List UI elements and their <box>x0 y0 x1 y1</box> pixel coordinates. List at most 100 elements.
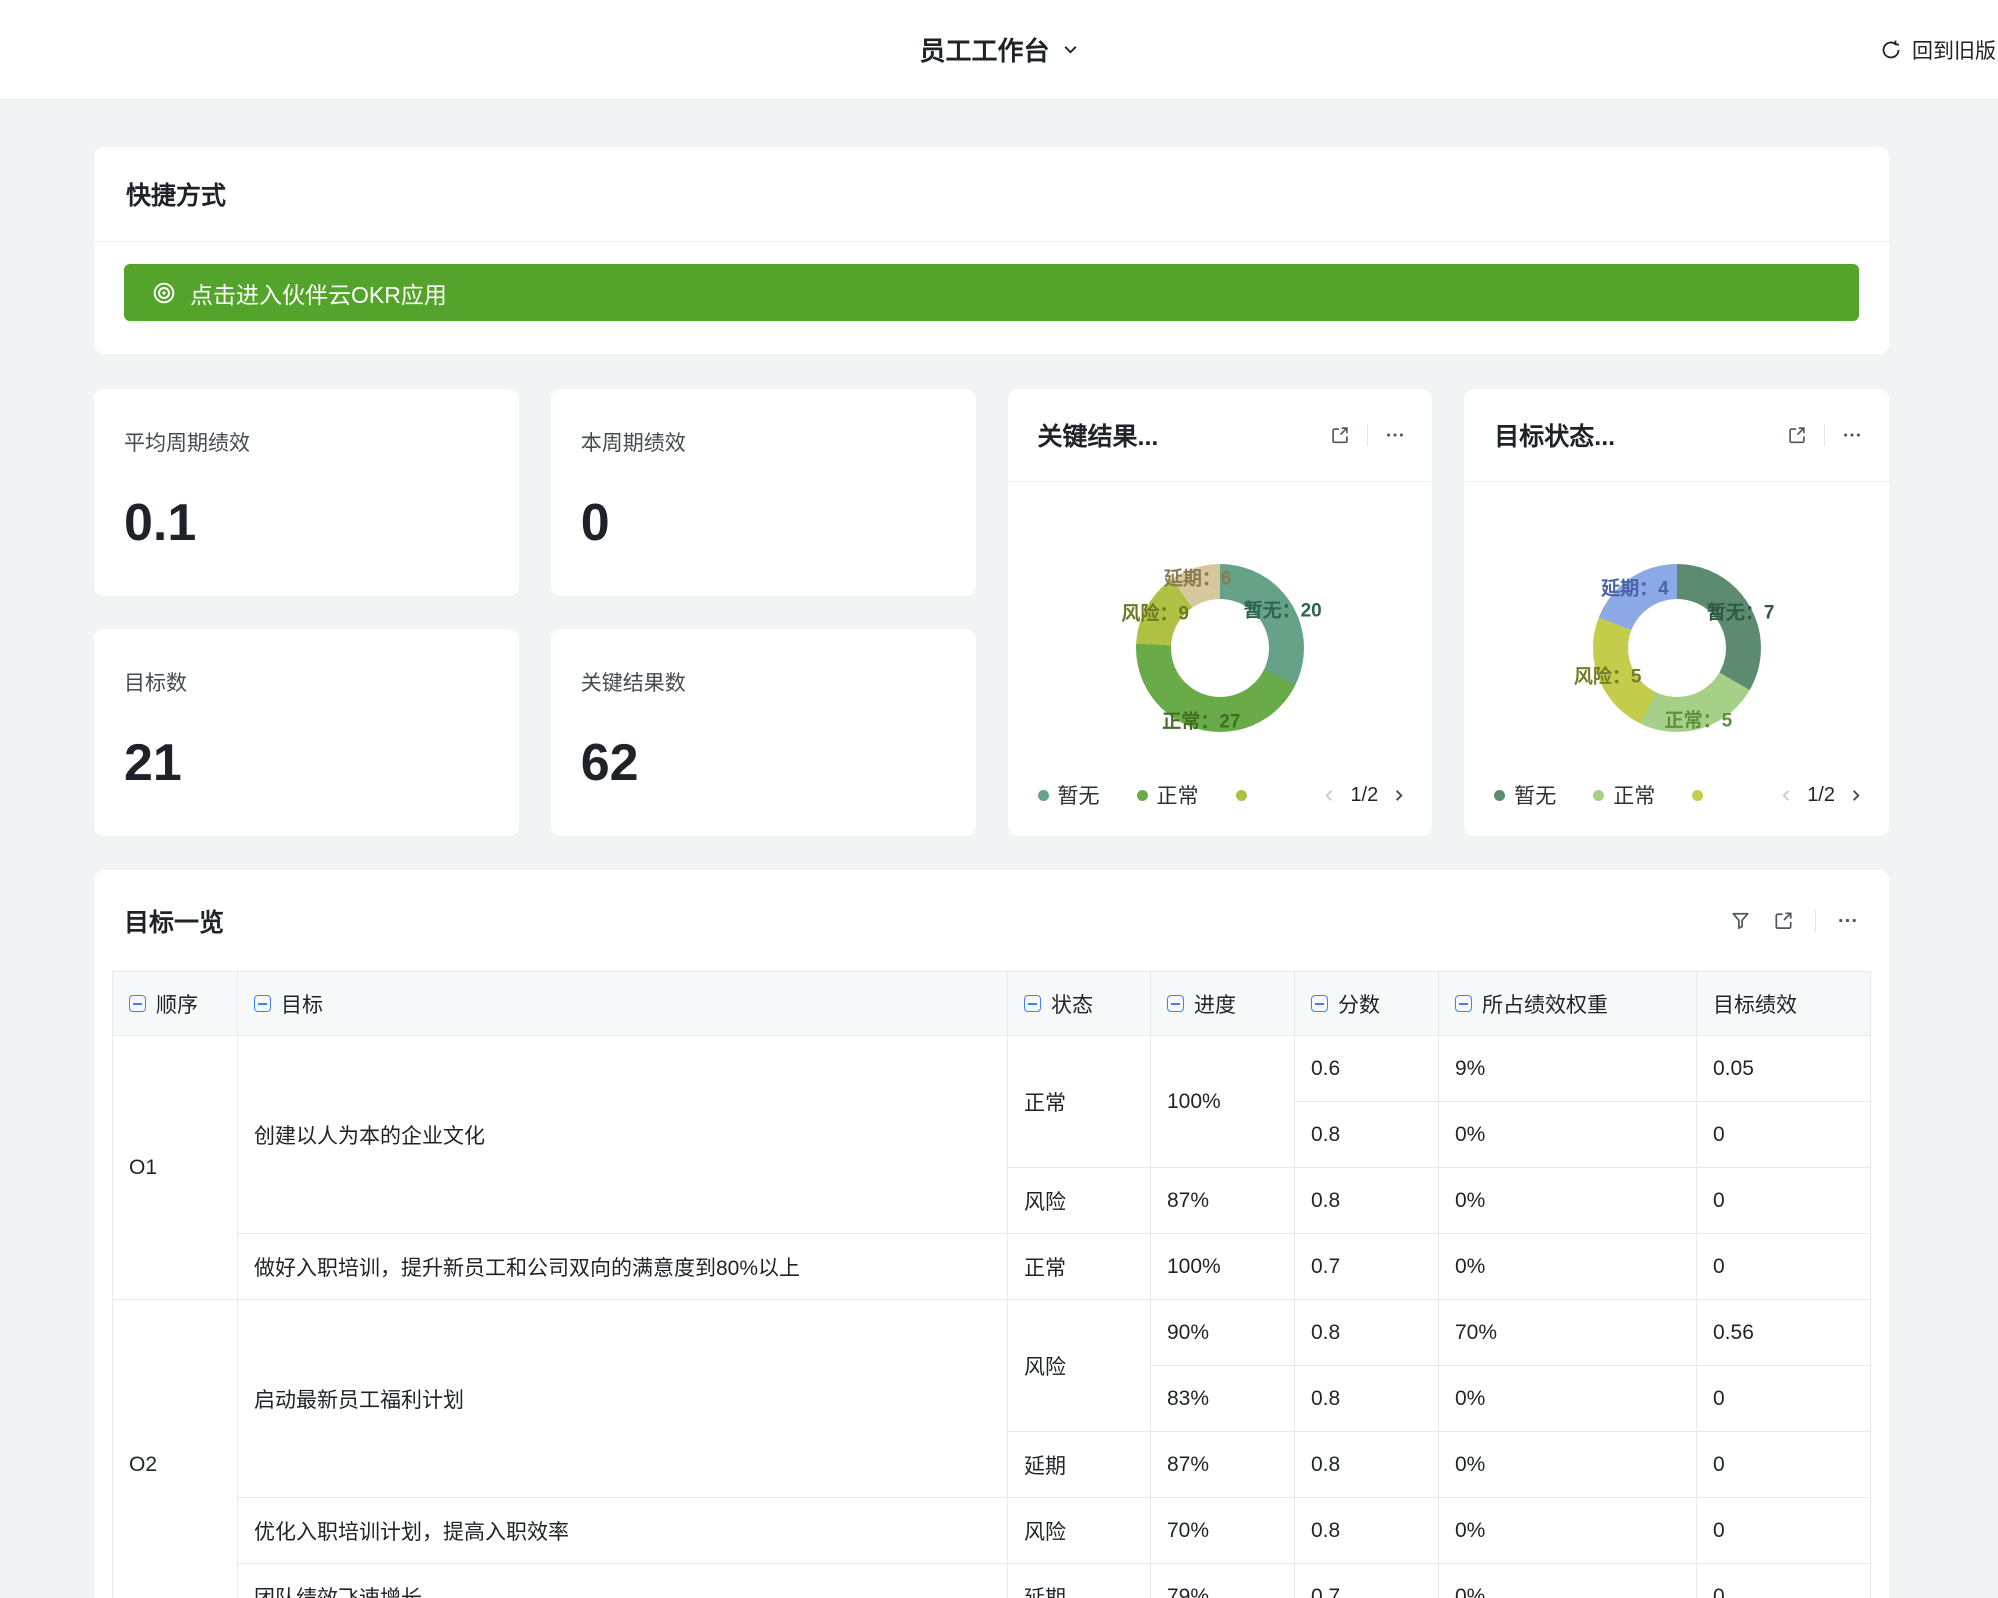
column-label: 顺序 <box>156 989 198 1019</box>
table-cell: 0 <box>1697 1564 1871 1598</box>
divider <box>1367 424 1368 446</box>
column-label: 目标 <box>281 989 323 1019</box>
table-cell: 风险 <box>1008 1300 1151 1432</box>
collapse-column-icon[interactable] <box>1024 995 1041 1012</box>
legend-dot <box>1593 790 1604 801</box>
legend-label: 暂无 <box>1058 780 1100 810</box>
objective-row: O1创建以人为本的企业文化正常100%0.69%0.05 <box>113 1036 1871 1102</box>
stat-label: 目标数 <box>124 667 489 697</box>
table-cell: O1 <box>113 1036 238 1300</box>
donut-segment-label: 暂无：20 <box>1244 595 1322 622</box>
column-header: 进度 <box>1151 972 1295 1036</box>
donut-segment-label: 风险：5 <box>1574 662 1642 689</box>
table-cell: 100% <box>1151 1036 1295 1168</box>
stat-value: 0.1 <box>124 493 489 553</box>
legend-dot <box>1236 790 1247 801</box>
open-in-new-icon[interactable] <box>1772 909 1795 932</box>
table-cell: 优化入职培训计划，提高入职效率 <box>238 1498 1008 1564</box>
table-cell: 0 <box>1697 1366 1871 1432</box>
table-cell: 0.8 <box>1295 1300 1439 1366</box>
chevron-down-icon[interactable] <box>1062 41 1079 58</box>
table-cell: 0 <box>1697 1432 1871 1498</box>
table-cell: 团队绩效飞速增长 <box>238 1564 1008 1598</box>
table-cell: 0.7 <box>1295 1564 1439 1598</box>
legend-item[interactable]: 风险 <box>1236 780 1250 810</box>
table-cell: 0% <box>1439 1432 1697 1498</box>
more-icon[interactable] <box>1836 909 1859 932</box>
chart-card-header: 关键结果... <box>1008 389 1433 482</box>
key-results-chart-card: 关键结果... 暂无：20正常：27风险：9延期：6 暂无正常 <box>1008 389 1433 836</box>
pager-next-icon[interactable] <box>1391 788 1406 803</box>
collapse-column-icon[interactable] <box>1311 995 1328 1012</box>
shortcuts-title: 快捷方式 <box>94 147 1889 242</box>
history-icon <box>1879 38 1903 62</box>
table-cell: 0.7 <box>1295 1234 1439 1300</box>
collapse-column-icon[interactable] <box>129 995 146 1012</box>
table-cell: 风险 <box>1008 1498 1151 1564</box>
column-header: 所占绩效权重 <box>1439 972 1697 1036</box>
legend-item[interactable]: 暂无 <box>1038 780 1100 810</box>
table-cell: 做好入职培训，提升新员工和公司双向的满意度到80%以上 <box>238 1234 1008 1300</box>
donut-segment-label: 正常：27 <box>1162 706 1240 733</box>
column-label: 目标绩效 <box>1713 989 1797 1019</box>
workbench-content: 快捷方式 点击进入伙伴云OKR应用 平均周期绩效 0.1 本周期绩效 0 <box>0 100 1998 1598</box>
table-cell: 0.8 <box>1295 1432 1439 1498</box>
target-icon <box>151 280 177 306</box>
legend-label: 正常 <box>1157 780 1199 810</box>
chart-body: 暂无：7正常：5风险：5延期：4 <box>1464 482 1889 780</box>
legend-item[interactable]: 暂无 <box>1494 780 1556 810</box>
legend-item[interactable]: 风险 <box>1692 780 1706 810</box>
table-cell: 0% <box>1439 1366 1697 1432</box>
open-in-new-icon[interactable] <box>1329 424 1351 446</box>
column-header: 目标绩效 <box>1697 972 1871 1036</box>
table-cell: O2 <box>113 1300 238 1598</box>
open-in-new-icon[interactable] <box>1786 424 1808 446</box>
collapse-column-icon[interactable] <box>1455 995 1472 1012</box>
donut-segment-label: 延期：4 <box>1601 573 1669 600</box>
table-cell: 0.8 <box>1295 1168 1439 1234</box>
back-to-old-version-label: 回到旧版 <box>1912 35 1996 65</box>
donut-chart[interactable]: 暂无：20正常：27风险：9延期：6 <box>1136 564 1304 732</box>
table-cell: 70% <box>1151 1498 1295 1564</box>
column-header: 分数 <box>1295 972 1439 1036</box>
okr-app-button[interactable]: 点击进入伙伴云OKR应用 <box>124 264 1859 321</box>
stat-card-objective-count: 目标数 21 <box>94 629 519 836</box>
donut-segment-label: 风险：9 <box>1121 599 1189 626</box>
workbench-switcher[interactable]: 员工工作台 <box>919 31 1078 68</box>
pager-next-icon[interactable] <box>1848 788 1863 803</box>
table-cell: 83% <box>1151 1366 1295 1432</box>
stat-label: 本周期绩效 <box>581 427 946 457</box>
column-label: 分数 <box>1338 989 1380 1019</box>
more-icon[interactable] <box>1841 424 1863 446</box>
back-to-old-version-link[interactable]: 回到旧版 <box>1879 0 1998 99</box>
table-cell: 0% <box>1439 1234 1697 1300</box>
table-cell: 87% <box>1151 1432 1295 1498</box>
table-cell: 延期 <box>1008 1564 1151 1598</box>
column-label: 所占绩效权重 <box>1482 989 1608 1019</box>
collapse-column-icon[interactable] <box>254 995 271 1012</box>
table-cell: 0.8 <box>1295 1366 1439 1432</box>
objective-row: 做好入职培训，提升新员工和公司双向的满意度到80%以上正常100%0.70%0 <box>113 1234 1871 1300</box>
pager-prev-icon[interactable] <box>1779 788 1794 803</box>
collapse-column-icon[interactable] <box>1167 995 1184 1012</box>
filter-icon[interactable] <box>1729 909 1752 932</box>
table-cell: 0% <box>1439 1564 1697 1598</box>
chart-actions <box>1786 424 1863 446</box>
table-cell: 87% <box>1151 1168 1295 1234</box>
donut-chart[interactable]: 暂无：7正常：5风险：5延期：4 <box>1593 564 1761 732</box>
legend-item[interactable]: 正常 <box>1137 780 1199 810</box>
table-cell: 79% <box>1151 1564 1295 1598</box>
table-cell: 0% <box>1439 1498 1697 1564</box>
more-icon[interactable] <box>1384 424 1406 446</box>
legend-item[interactable]: 正常 <box>1593 780 1655 810</box>
pager-prev-icon[interactable] <box>1322 788 1337 803</box>
table-cell: 延期 <box>1008 1432 1151 1498</box>
table-cell: 0.8 <box>1295 1102 1439 1168</box>
chart-footer: 暂无正常风险 1/2 <box>1464 780 1889 836</box>
chart-card-header: 目标状态... <box>1464 389 1889 482</box>
table-cell: 0% <box>1439 1168 1697 1234</box>
stat-value: 21 <box>124 733 489 793</box>
donut-segment-label: 延期：6 <box>1164 564 1232 591</box>
legend-pagination: 1/2 <box>1322 784 1406 807</box>
shortcuts-card: 快捷方式 点击进入伙伴云OKR应用 <box>94 147 1889 354</box>
